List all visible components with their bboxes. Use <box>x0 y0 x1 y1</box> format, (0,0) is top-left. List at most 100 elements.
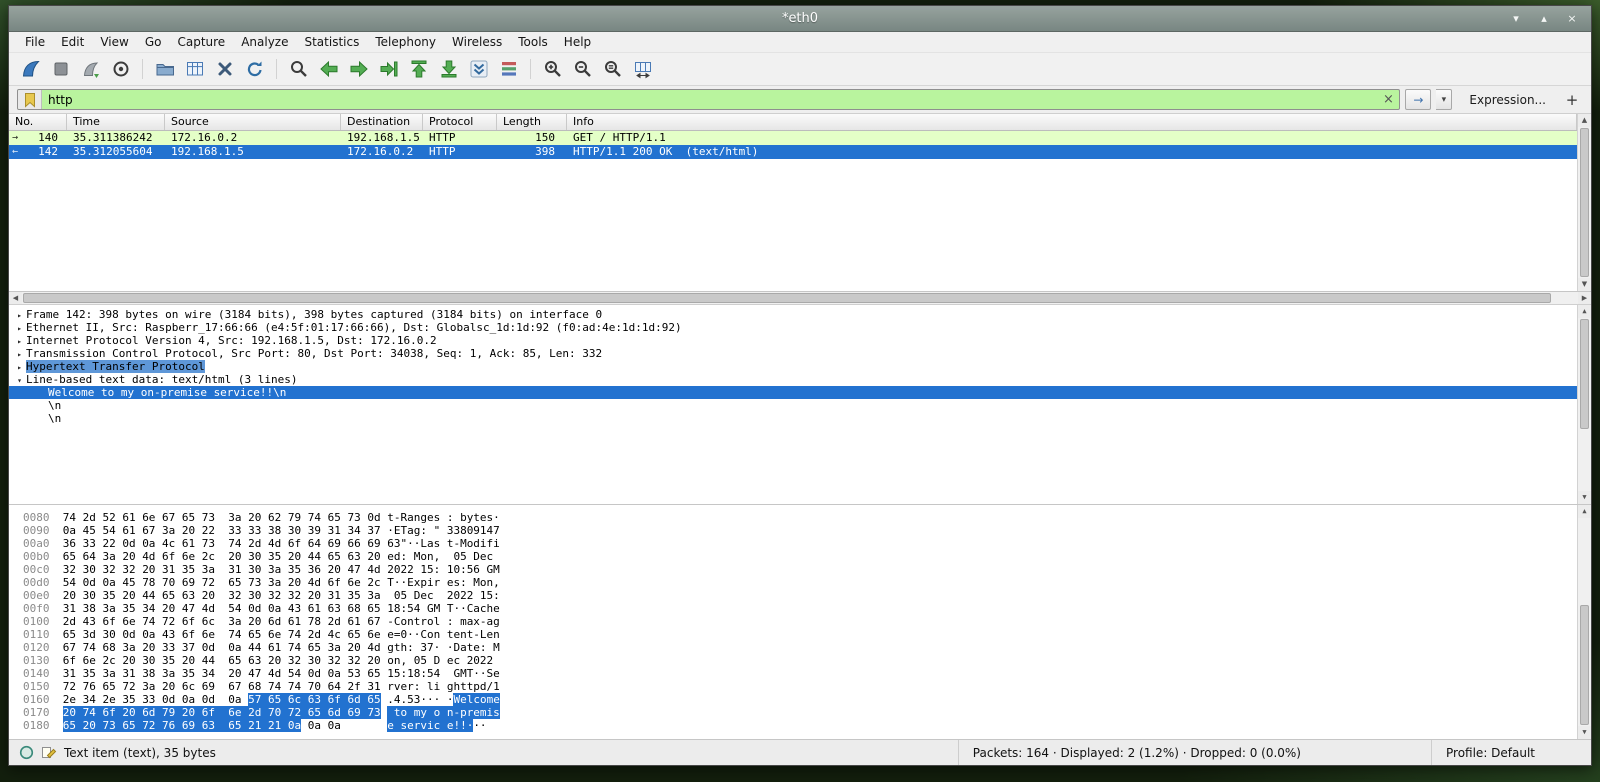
column-header-no[interactable]: No. <box>9 114 67 130</box>
hex-row-0150[interactable]: 015072 76 65 72 3a 20 6c 69 67 68 74 74 … <box>23 680 1577 693</box>
detail-row-1[interactable]: ▸Ethernet II, Src: Raspberr_17:66:66 (e4… <box>9 321 1577 334</box>
menu-analyze[interactable]: Analyze <box>233 33 296 51</box>
hex-row-00c0[interactable]: 00c032 30 32 32 20 31 35 3a 31 30 3a 35 … <box>23 563 1577 576</box>
status-profile[interactable]: Profile: Default <box>1431 740 1581 765</box>
menu-tools[interactable]: Tools <box>510 33 556 51</box>
detail-row-7[interactable]: \n <box>9 399 1577 412</box>
packet-row-142[interactable]: ←14235.312055604192.168.1.5172.16.0.2HTT… <box>9 145 1577 159</box>
hex-row-0120[interactable]: 012067 74 68 3a 20 33 37 0d 0a 44 61 74 … <box>23 641 1577 654</box>
scroll-right-icon[interactable]: ▶ <box>1578 292 1591 304</box>
scroll-down-icon[interactable]: ▼ <box>1578 278 1591 291</box>
filter-clear-button[interactable]: × <box>1377 92 1399 107</box>
column-header-protocol[interactable]: Protocol <box>423 114 497 130</box>
detail-row-5[interactable]: ▾Line-based text data: text/html (3 line… <box>9 373 1577 386</box>
capture-options-button[interactable] <box>107 56 134 83</box>
detail-row-6[interactable]: Welcome to my on-premise service!!\n <box>9 386 1577 399</box>
hex-row-0160[interactable]: 01602e 34 2e 35 33 0d 0a 0d 0a 57 65 6c … <box>23 693 1577 706</box>
detail-row-3[interactable]: ▸Transmission Control Protocol, Src Port… <box>9 347 1577 360</box>
colorize-packets-button[interactable] <box>495 56 522 83</box>
menu-wireless[interactable]: Wireless <box>444 33 510 51</box>
stop-capture-button[interactable] <box>47 56 74 83</box>
zoom-out-button[interactable] <box>569 56 596 83</box>
scroll-left-icon[interactable]: ◀ <box>9 292 22 304</box>
menu-statistics[interactable]: Statistics <box>296 33 367 51</box>
scroll-thumb[interactable] <box>1580 319 1589 429</box>
go-forward-button[interactable] <box>345 56 372 83</box>
hex-row-00b0[interactable]: 00b065 64 3a 20 4d 6f 6e 2c 20 30 35 20 … <box>23 550 1577 563</box>
hex-row-00e0[interactable]: 00e020 30 35 20 44 65 63 20 32 30 32 32 … <box>23 589 1577 602</box>
menu-go[interactable]: Go <box>137 33 170 51</box>
go-to-packet-button[interactable] <box>375 56 402 83</box>
detail-row-0[interactable]: ▸Frame 142: 398 bytes on wire (3184 bits… <box>9 308 1577 321</box>
hex-row-0170[interactable]: 017020 74 6f 20 6d 79 20 6f 6e 2d 70 72 … <box>23 706 1577 719</box>
hex-row-0090[interactable]: 00900a 45 54 61 67 3a 20 22 33 33 38 30 … <box>23 524 1577 537</box>
save-capture-file-button[interactable] <box>181 56 208 83</box>
go-back-button[interactable] <box>315 56 342 83</box>
display-filter-input[interactable]: http × <box>17 89 1400 110</box>
scroll-thumb[interactable] <box>23 293 1551 303</box>
hex-row-00a0[interactable]: 00a036 33 22 0d 0a 4c 61 73 74 2d 4d 6f … <box>23 537 1577 550</box>
hex-row-00d0[interactable]: 00d054 0d 0a 45 78 70 69 72 65 73 3a 20 … <box>23 576 1577 589</box>
reload-file-button[interactable] <box>241 56 268 83</box>
find-packet-button[interactable] <box>285 56 312 83</box>
go-to-first-packet-button[interactable] <box>405 56 432 83</box>
auto-scroll-button[interactable] <box>465 56 492 83</box>
detail-text: \n <box>48 399 61 412</box>
close-button[interactable]: × <box>1565 12 1579 25</box>
detail-row-4[interactable]: ▸Hypertext Transfer Protocol <box>9 360 1577 373</box>
scroll-thumb[interactable] <box>1580 128 1589 277</box>
details-vscrollbar[interactable]: ▲ ▼ <box>1577 305 1591 504</box>
title-bar[interactable]: *eth0 ▾ ▴ × <box>9 6 1591 32</box>
resize-columns-button[interactable] <box>629 56 656 83</box>
detail-row-2[interactable]: ▸Internet Protocol Version 4, Src: 192.1… <box>9 334 1577 347</box>
packet-list-vscrollbar[interactable]: ▲ ▼ <box>1577 114 1591 291</box>
column-header-info[interactable]: Info <box>567 114 1577 130</box>
filter-dropdown-button[interactable]: ▾ <box>1436 89 1452 110</box>
add-filter-button[interactable]: + <box>1561 89 1583 110</box>
packet-list-hscrollbar[interactable]: ◀ ▶ <box>9 292 1591 305</box>
shade-button[interactable]: ▾ <box>1509 12 1523 25</box>
hex-row-00f0[interactable]: 00f031 38 3a 35 34 20 47 4d 54 0d 0a 43 … <box>23 602 1577 615</box>
start-capture-button[interactable] <box>17 56 44 83</box>
scroll-down-icon[interactable]: ▼ <box>1578 491 1591 504</box>
menu-view[interactable]: View <box>92 33 136 51</box>
close-capture-file-button[interactable] <box>211 56 238 83</box>
hex-row-0110[interactable]: 011065 3d 30 0d 0a 43 6f 6e 74 65 6e 74 … <box>23 628 1577 641</box>
column-header-source[interactable]: Source <box>165 114 341 130</box>
zoom-in-button[interactable] <box>539 56 566 83</box>
menu-edit[interactable]: Edit <box>53 33 92 51</box>
open-capture-file-button[interactable] <box>151 56 178 83</box>
detail-row-8[interactable]: \n <box>9 412 1577 425</box>
column-header-destination[interactable]: Destination <box>341 114 423 130</box>
menu-file[interactable]: File <box>17 33 53 51</box>
hex-row-0100[interactable]: 01002d 43 6f 6e 74 72 6f 6c 3a 20 6d 61 … <box>23 615 1577 628</box>
scroll-up-icon[interactable]: ▲ <box>1578 305 1591 318</box>
scroll-up-icon[interactable]: ▲ <box>1578 114 1591 127</box>
restart-capture-button[interactable] <box>77 56 104 83</box>
menu-capture[interactable]: Capture <box>169 33 233 51</box>
scroll-up-icon[interactable]: ▲ <box>1578 505 1591 518</box>
column-header-length[interactable]: Length <box>497 114 567 130</box>
bytes-vscrollbar[interactable]: ▲ ▼ <box>1577 505 1591 739</box>
expression-button[interactable]: Expression... <box>1457 93 1556 107</box>
zoom-original-button[interactable] <box>599 56 626 83</box>
hex-row-0180[interactable]: 018065 20 73 65 72 76 69 63 65 21 21 0a … <box>23 719 1577 732</box>
expert-info-icon[interactable] <box>19 745 34 760</box>
hex-row-0080[interactable]: 008074 2d 52 61 6e 67 65 73 3a 20 62 79 … <box>23 511 1577 524</box>
go-to-last-packet-button[interactable] <box>435 56 462 83</box>
hex-offset: 0130 <box>23 654 49 667</box>
hex-row-0130[interactable]: 01306f 6e 2c 20 30 35 20 44 65 63 20 32 … <box>23 654 1577 667</box>
hex-row-0140[interactable]: 014031 35 3a 31 38 3a 35 34 20 47 4d 54 … <box>23 667 1577 680</box>
edit-comment-icon[interactable] <box>41 745 57 760</box>
expand-arrow-icon[interactable]: ▾ <box>13 374 26 387</box>
filter-bookmark-button[interactable] <box>18 90 42 109</box>
hex-bytes: 2e 34 2e 35 33 0d 0a 0d 0a 57 65 6c 63 6… <box>63 693 388 706</box>
menu-telephony[interactable]: Telephony <box>367 33 444 51</box>
column-header-time[interactable]: Time <box>67 114 165 130</box>
menu-help[interactable]: Help <box>556 33 599 51</box>
packet-row-140[interactable]: →14035.311386242172.16.0.2192.168.1.5HTT… <box>9 131 1577 145</box>
filter-apply-button[interactable]: → <box>1405 89 1431 110</box>
maximize-button[interactable]: ▴ <box>1537 12 1551 25</box>
scroll-down-icon[interactable]: ▼ <box>1578 726 1591 739</box>
scroll-thumb[interactable] <box>1580 605 1589 725</box>
